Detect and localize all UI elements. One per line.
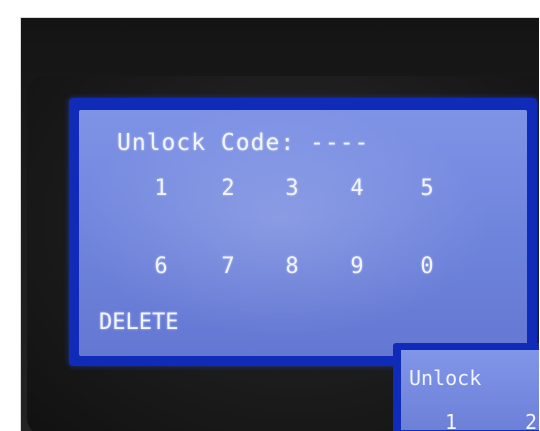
key-3[interactable]: 3 <box>272 176 312 201</box>
delete-button[interactable]: DELETE <box>99 310 178 335</box>
unlock-code-prompt: Unlock Code: ---- <box>117 130 370 156</box>
inset-key-1: 1 <box>445 410 458 430</box>
key-8[interactable]: 8 <box>272 254 312 279</box>
key-1[interactable]: 1 <box>141 176 181 201</box>
key-5[interactable]: 5 <box>407 176 447 201</box>
key-9[interactable]: 9 <box>337 254 377 279</box>
lcd-screen: Unlock Code: ---- 1 2 3 4 5 6 7 8 9 0 DE… <box>79 110 527 356</box>
key-6[interactable]: 6 <box>141 254 181 279</box>
key-2[interactable]: 2 <box>208 176 248 201</box>
device-photo: Unlock Code: ---- 1 2 3 4 5 6 7 8 9 0 DE… <box>20 17 539 431</box>
inset-lcd-screen: Unlock 1 2 <box>401 350 539 430</box>
key-7[interactable]: 7 <box>208 254 248 279</box>
key-4[interactable]: 4 <box>337 176 377 201</box>
inset-key-2: 2 <box>525 410 538 430</box>
key-0[interactable]: 0 <box>407 254 447 279</box>
inset-unlock-label: Unlock <box>409 366 482 390</box>
